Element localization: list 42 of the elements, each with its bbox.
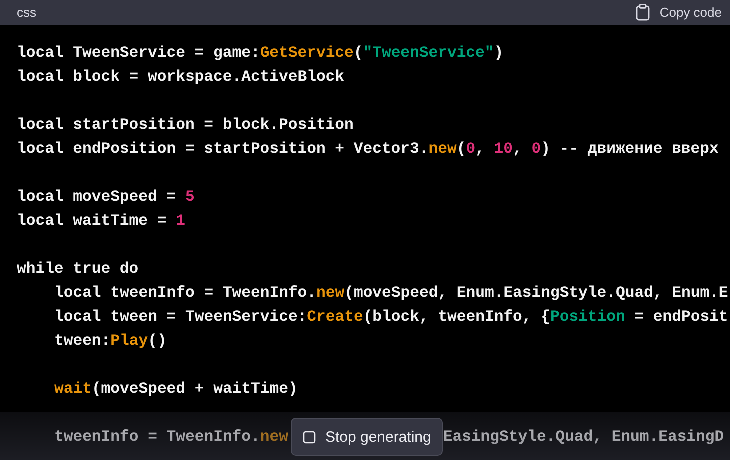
code-token: 0 — [532, 139, 542, 160]
code-token: , — [476, 139, 486, 160]
clipboard-icon — [636, 4, 650, 21]
code-token: 1 — [176, 211, 186, 232]
code-token: new — [428, 139, 457, 160]
code-line: while true do — [17, 259, 139, 280]
code-token: Create — [307, 307, 364, 328]
code-token: 0 — [466, 139, 476, 160]
code-token: 10 — [494, 139, 513, 160]
code-token: wait — [54, 379, 92, 400]
stop-generating-button[interactable]: Stop generating — [291, 418, 444, 456]
code-line: local block = workspace.ActiveBlock — [17, 67, 345, 88]
code-token: = endPosit — [634, 307, 728, 328]
code-token: Play — [110, 331, 148, 352]
code-token: (moveSpeed + waitTime) — [92, 379, 298, 400]
code-token: (moveSpeed, Enum.EasingStyle.Quad, Enum.E — [344, 283, 728, 304]
code-token: ) — [494, 43, 504, 64]
code-token: GetService — [260, 43, 354, 64]
copy-code-button[interactable]: Copy code — [636, 4, 722, 21]
code-token: local TweenService = game: — [17, 43, 260, 64]
stop-icon — [303, 430, 316, 444]
code-token: tween: — [54, 331, 111, 352]
code-token: local waitTime = — [17, 211, 168, 232]
code-token: (block, tweenInfo, { — [363, 307, 550, 328]
code-token: local tweenInfo = TweenInfo. — [54, 283, 317, 304]
code-token: ( — [354, 43, 364, 64]
code-token: ( — [456, 139, 466, 160]
code-token: local moveSpeed = — [17, 187, 178, 208]
code-token: () — [148, 331, 167, 352]
code-token: "TweenService" — [363, 43, 494, 64]
code-token: , — [512, 139, 524, 160]
code-token: ) -- движение вверх — [541, 139, 719, 160]
code-line: local startPosition = block.Position — [17, 115, 354, 136]
code-token: local endPosition = startPosition + Vector3. — [17, 139, 429, 160]
language-label: css — [17, 5, 36, 20]
code-token: new — [260, 427, 288, 448]
code-token: 5 — [185, 187, 195, 208]
code-token: Position — [550, 307, 626, 328]
code-token: tweenInfo = TweenInfo. — [54, 427, 260, 448]
code-token: local tween = TweenService: — [54, 307, 308, 328]
code-token: EasingStyle.Quad, Enum.EasingD — [443, 427, 724, 448]
code-token: new — [316, 283, 345, 304]
